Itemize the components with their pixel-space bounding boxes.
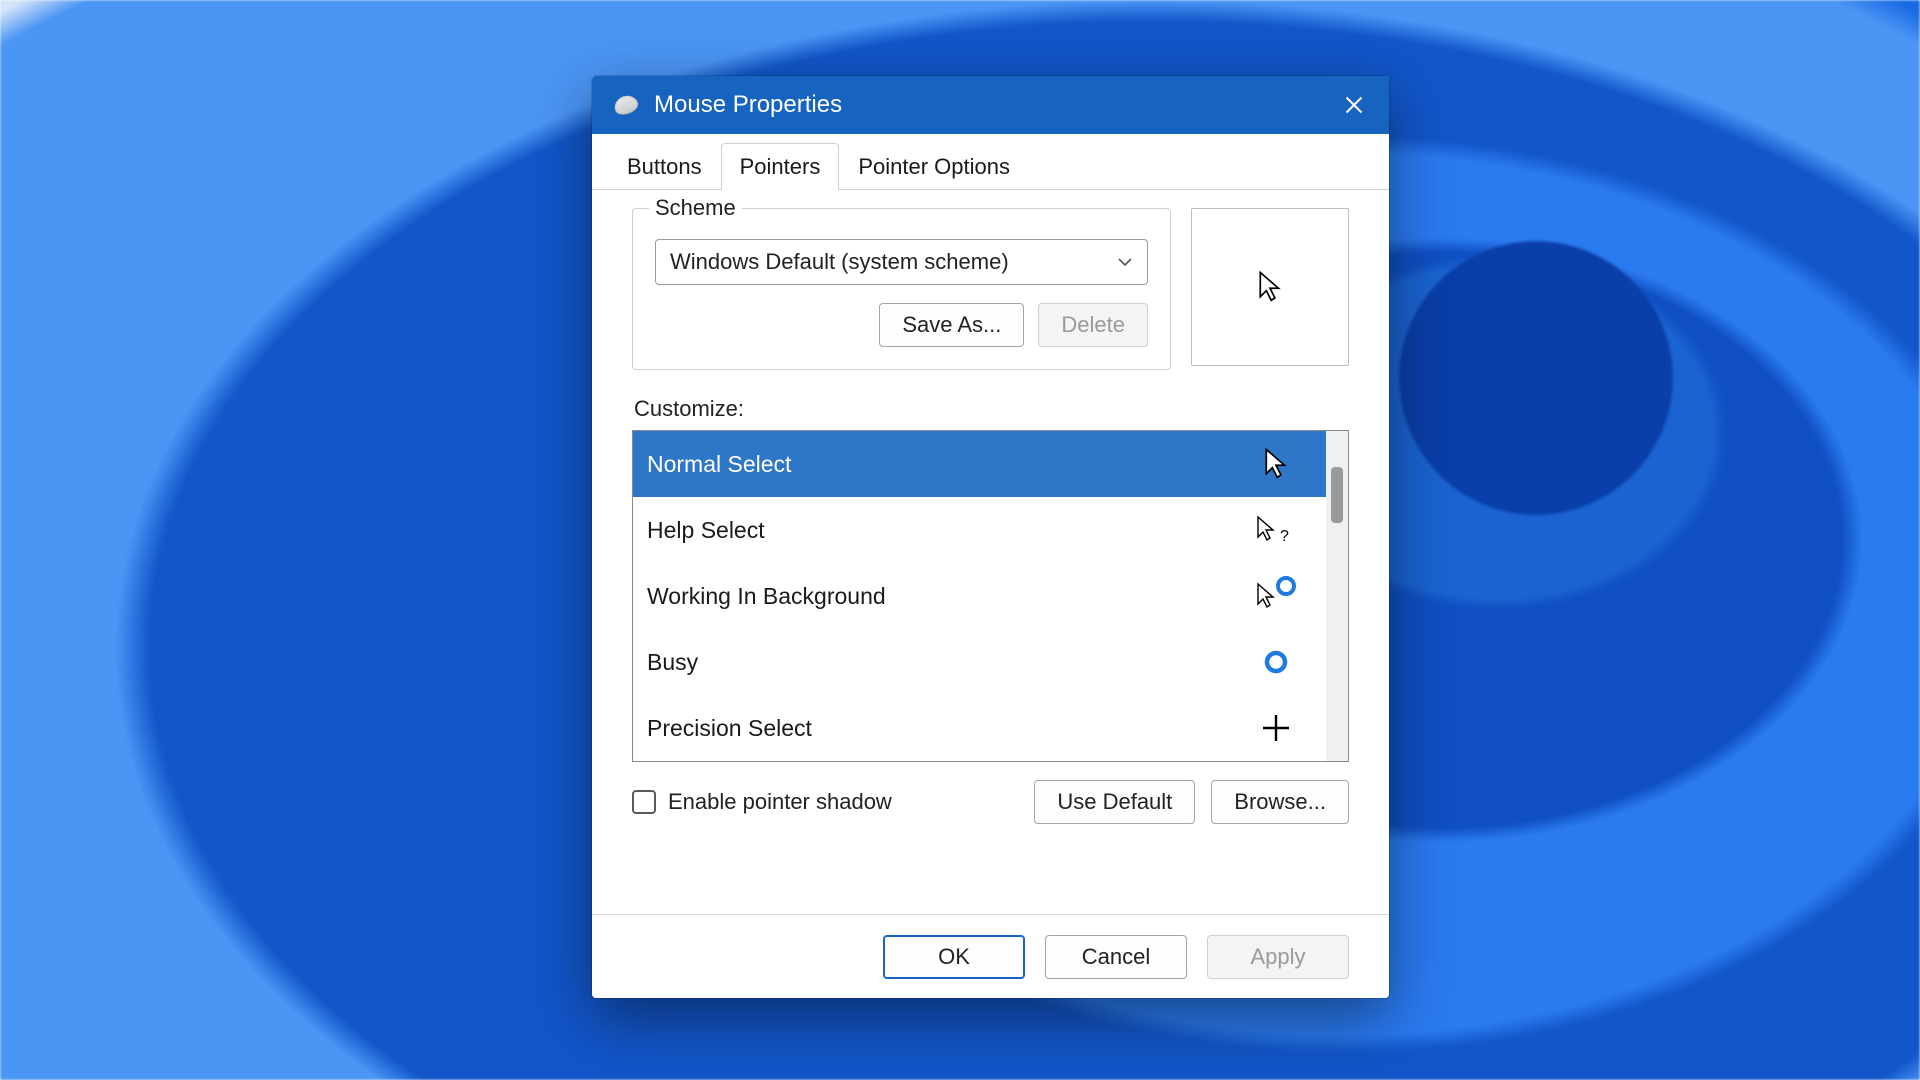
apply-button: Apply [1207,935,1349,979]
tab-pointer-options[interactable]: Pointer Options [839,143,1029,190]
mouse-properties-dialog: Mouse Properties Buttons Pointers Pointe… [592,76,1389,998]
scheme-select[interactable]: Windows Default (system scheme) [655,239,1148,285]
arrow-cursor-icon [1257,270,1283,304]
delete-button: Delete [1038,303,1148,347]
tab-pointers[interactable]: Pointers [721,143,840,190]
close-icon [1344,95,1364,115]
enable-pointer-shadow-checkbox[interactable]: Enable pointer shadow [632,789,892,815]
save-as-button[interactable]: Save As... [879,303,1024,347]
list-item-label: Help Select [647,517,765,544]
below-list-row: Enable pointer shadow Use Default Browse… [632,780,1349,824]
list-item-label: Working In Background [647,583,886,610]
list-item-label: Normal Select [647,451,791,478]
tab-strip: Buttons Pointers Pointer Options [592,134,1389,190]
list-action-buttons: Use Default Browse... [1034,780,1349,824]
arrow-busy-cursor-icon [1254,574,1298,618]
checkbox-box [632,790,656,814]
list-item-working-in-background[interactable]: Working In Background [633,563,1326,629]
busy-cursor-icon [1254,640,1298,684]
scheme-row: Scheme Windows Default (system scheme) S… [632,208,1349,370]
scrollbar-thumb[interactable] [1331,467,1343,523]
scheme-legend: Scheme [649,195,742,221]
crosshair-cursor-icon [1254,706,1298,750]
list-item-precision-select[interactable]: Precision Select [633,695,1326,761]
dialog-footer: OK Cancel Apply [592,914,1389,998]
chevron-down-icon [1117,254,1133,270]
checkbox-label: Enable pointer shadow [668,789,892,815]
arrow-help-cursor-icon: ? [1254,508,1298,552]
pointer-preview [1191,208,1349,366]
scheme-button-row: Save As... Delete [655,303,1148,347]
dialog-body: Scheme Windows Default (system scheme) S… [592,190,1389,914]
use-default-button[interactable]: Use Default [1034,780,1195,824]
svg-text:?: ? [1280,528,1289,545]
cancel-button[interactable]: Cancel [1045,935,1187,979]
list-item-normal-select[interactable]: Normal Select [633,431,1326,497]
cursor-list-items: Normal Select Help Select ? Wo [633,431,1326,761]
mouse-icon [612,92,641,117]
tab-buttons[interactable]: Buttons [608,143,721,190]
browse-button[interactable]: Browse... [1211,780,1349,824]
list-item-busy[interactable]: Busy [633,629,1326,695]
scheme-groupbox: Scheme Windows Default (system scheme) S… [632,208,1171,370]
arrow-cursor-icon [1254,442,1298,486]
cursor-listbox: Normal Select Help Select ? Wo [632,430,1349,762]
scheme-select-value: Windows Default (system scheme) [670,249,1009,275]
list-item-help-select[interactable]: Help Select ? [633,497,1326,563]
window-title: Mouse Properties [654,91,1325,119]
ok-button[interactable]: OK [883,935,1025,979]
customize-label: Customize: [634,396,1349,422]
listbox-scrollbar[interactable] [1326,431,1348,761]
list-item-label: Precision Select [647,715,812,742]
titlebar: Mouse Properties [592,76,1389,134]
close-button[interactable] [1325,76,1383,134]
list-item-label: Busy [647,649,698,676]
